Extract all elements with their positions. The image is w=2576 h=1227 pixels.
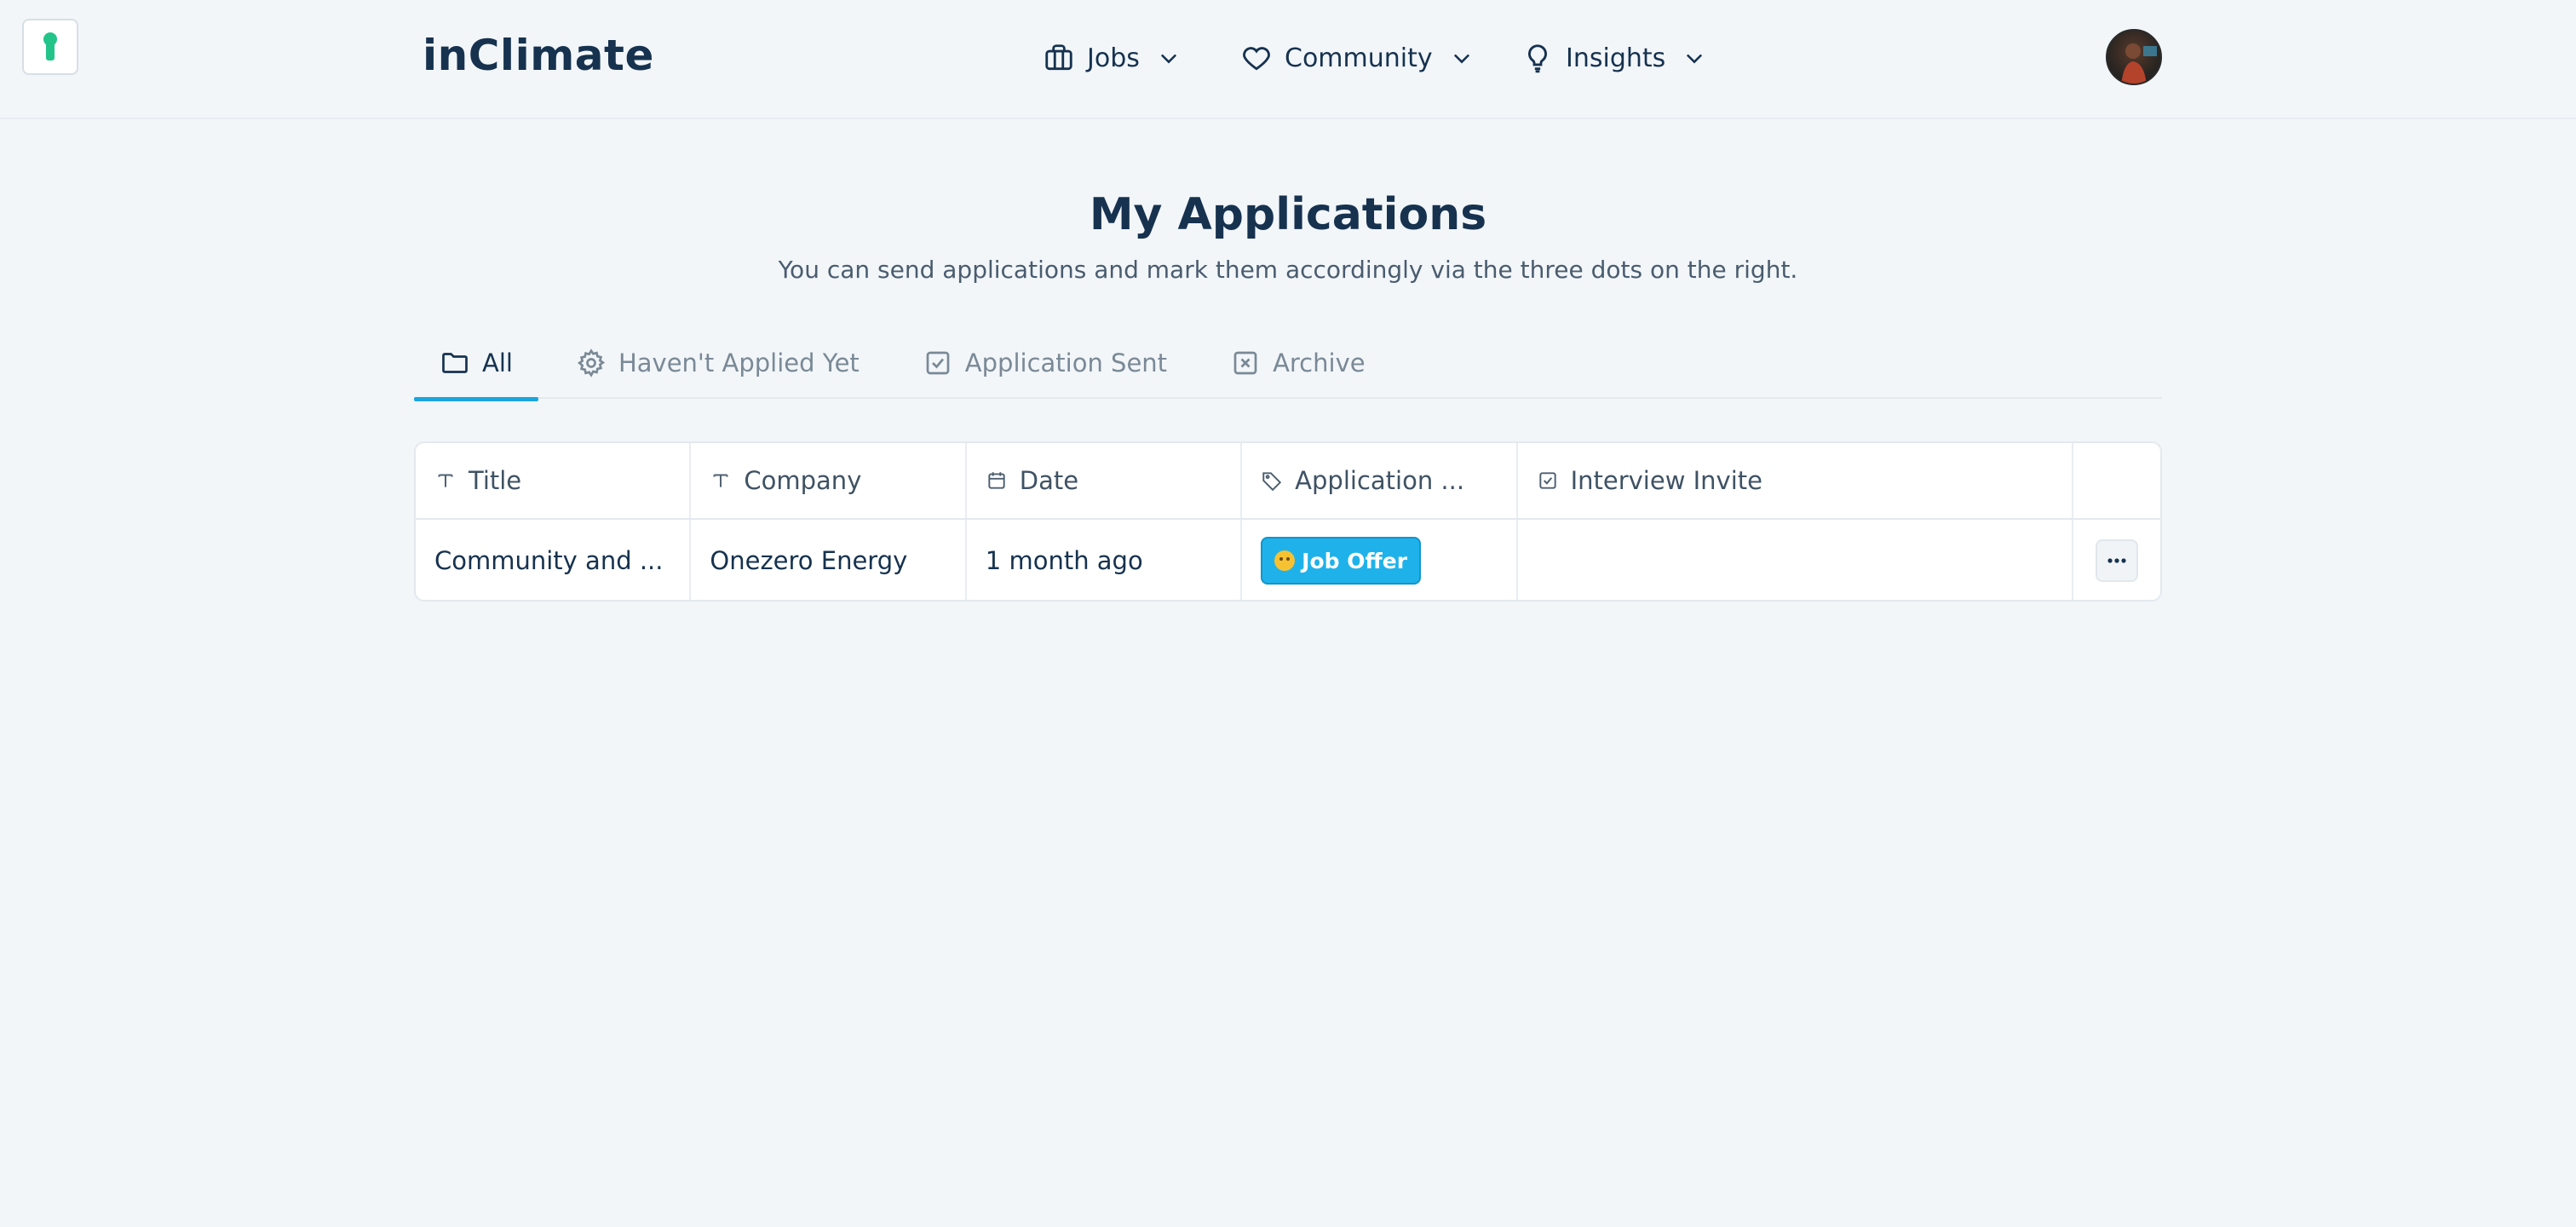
top-navigation-bar: inClimate Jobs Community Insights [0,0,2576,119]
gear-icon [577,349,606,377]
tab-havent-applied-yet[interactable]: Haven't Applied Yet [550,327,885,399]
tag-icon [1262,472,1282,492]
cell-date: 1 month ago [967,520,1243,600]
chevron-down-icon [1453,54,1469,64]
column-header-actions [2073,443,2160,518]
column-header-company[interactable]: Company [691,443,967,518]
checkbox-icon [1538,472,1556,489]
three-dots-icon [2107,558,2126,563]
x-box-icon [1233,351,1257,375]
lightbulb-icon [1528,44,1547,73]
user-avatar[interactable] [2106,29,2162,85]
status-badge[interactable]: Job Offer [1261,537,1422,585]
column-header-application-status[interactable]: Application ... [1242,443,1518,518]
page-subtitle: You can send applications and mark them … [778,256,1798,284]
heart-icon [1243,47,1270,71]
chevron-down-icon [1160,54,1176,64]
checkbox-icon [926,351,950,375]
text-icon [713,474,728,487]
table-header: Title Company Date Application ... Inter… [416,443,2160,520]
tab-all[interactable]: All [414,327,538,401]
application-tabs: All Haven't Applied Yet Application Sent… [414,327,2162,401]
page-title: My Applications [1089,189,1487,240]
cell-application-status[interactable]: Job Offer [1242,520,1518,600]
table-row[interactable]: Community and ... Onezero Energy 1 month… [416,520,2160,600]
tab-havent-applied-yet-label: Haven't Applied Yet [618,349,860,377]
tab-archive[interactable]: Archive [1205,327,1391,399]
nav-jobs-label: Jobs [1087,43,1140,73]
tab-all-label: All [482,349,513,377]
nav-insights-label: Insights [1566,43,1666,73]
briefcase-icon [1045,44,1072,71]
nav-insights[interactable]: Insights [1521,34,1706,82]
cell-company[interactable]: Onezero Energy [691,520,967,600]
cell-title[interactable]: Community and ... [416,520,692,600]
more-options-button[interactable] [2096,539,2139,582]
folder-icon [442,353,468,373]
chevron-down-icon [1687,54,1703,64]
column-header-title[interactable]: Title [416,443,692,518]
cell-actions [2073,520,2160,600]
column-header-interview-invite[interactable]: Interview Invite [1518,443,2074,518]
status-badge-label: Job Offer [1302,548,1408,573]
applications-table: Title Company Date Application ... Inter… [414,441,2162,602]
face-emoji-icon [1274,550,1296,571]
calendar-icon [988,472,1005,489]
nav-community-label: Community [1285,43,1433,73]
app-logo[interactable]: inClimate [423,31,654,80]
column-header-date[interactable]: Date [967,443,1243,518]
tab-application-sent-label: Application Sent [964,349,1168,377]
cell-interview-invite[interactable] [1518,520,2074,600]
text-icon [438,474,453,487]
tab-application-sent[interactable]: Application Sent [897,327,1193,399]
nav-jobs[interactable]: Jobs [1043,34,1181,82]
keyhole-icon[interactable] [22,19,78,75]
tab-archive-label: Archive [1273,349,1366,377]
nav-community[interactable]: Community [1240,34,1474,82]
